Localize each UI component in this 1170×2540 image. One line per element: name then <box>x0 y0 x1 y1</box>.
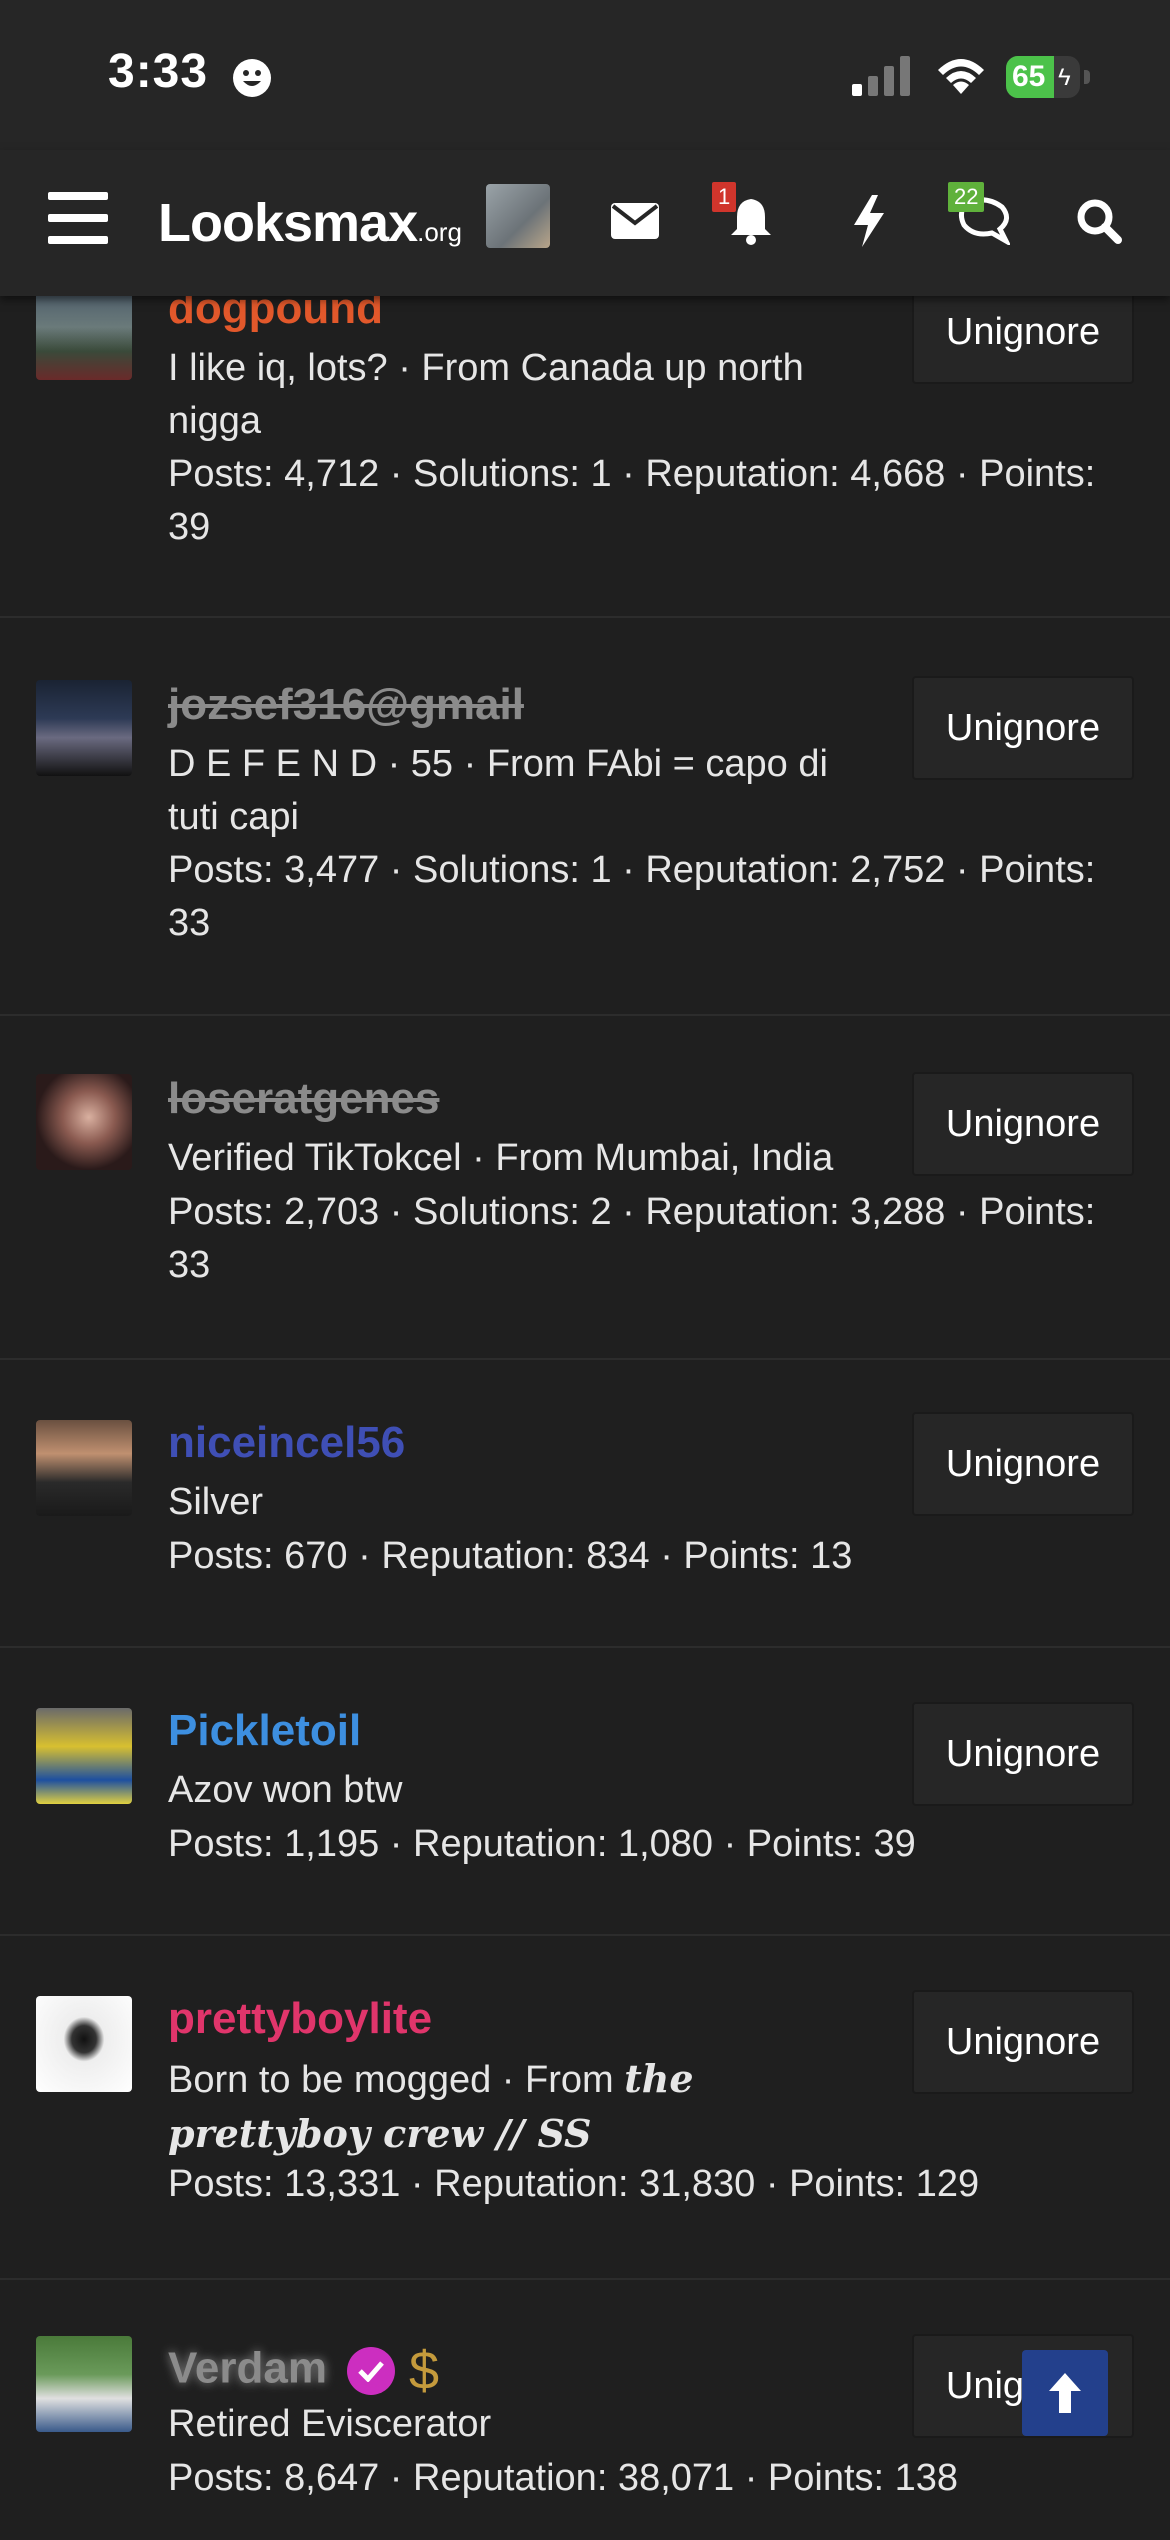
list-item: dogpound I like iq, lots? · From Canada … <box>0 240 1170 618</box>
unignore-button[interactable]: Unignore <box>912 1072 1134 1176</box>
cellular-signal-icon <box>852 56 910 96</box>
list-item: Pickletoil Azov won btw Posts: 1,195 · R… <box>0 1648 1170 1936</box>
description-line: Silver <box>168 1481 264 1523</box>
username-link[interactable]: prettyboylite <box>168 1994 432 2044</box>
location-fancy-text: the <box>624 2056 694 2101</box>
username-link[interactable]: jozsef316@gmail <box>168 680 524 730</box>
battery-indicator: 65 ϟ <box>1006 56 1092 98</box>
location-fancy-text: prettyboy crew <box>168 2111 484 2156</box>
user-description: Born to be mogged · From the prettyboy c… <box>168 2052 858 2162</box>
description-line: Verified TikTokcel · From Mumbai, India <box>168 1137 834 1179</box>
avatar[interactable] <box>36 2336 132 2432</box>
logo-main: Looksmax <box>158 193 418 253</box>
hamburger-icon[interactable] <box>48 192 108 244</box>
user-stats: Posts: 8,647 · Reputation: 38,071 · Poin… <box>168 2452 1138 2505</box>
user-stats: Posts: 2,703 · Solutions: 2 · Reputation… <box>168 1186 1138 1292</box>
stats-line: Posts: 8,647 · Reputation: 38,071 · Poin… <box>168 2457 959 2499</box>
stats-line: 39 <box>168 506 211 548</box>
status-bar: 3:33 65 ϟ <box>0 0 1170 150</box>
site-logo[interactable]: Looksmax.org <box>158 192 462 254</box>
site-header: Looksmax.org 1 22 <box>0 150 1170 296</box>
user-description: Azov won btw <box>168 1764 858 1817</box>
stats-line: Posts: 3,477 · Solutions: 1 · Reputation… <box>168 849 1096 891</box>
description-text: // SS <box>483 2111 592 2156</box>
avatar[interactable] <box>36 1074 132 1170</box>
description-text: Born to be mogged · From <box>168 2059 625 2101</box>
charging-icon: ϟ <box>1058 64 1071 91</box>
username-row: Verdam $ <box>168 2340 439 2402</box>
wifi-icon <box>938 59 984 94</box>
envelope-icon[interactable] <box>608 194 662 248</box>
verified-badge-icon <box>346 2347 395 2395</box>
description-line: I like iq, lots? · From Canada up north <box>168 347 804 389</box>
user-description: Verified TikTokcel · From Mumbai, India <box>168 1132 868 1185</box>
list-item: jozsef316@gmail D E F E N D · 55 · From … <box>0 618 1170 1016</box>
user-description: Silver <box>168 1476 858 1529</box>
stats-line: Posts: 4,712 · Solutions: 1 · Reputation… <box>168 453 1096 495</box>
battery-label: 65 <box>1012 60 1046 93</box>
username-link[interactable]: loseratgenes <box>168 1074 439 1124</box>
unignore-button[interactable]: Unignore <box>912 1702 1134 1806</box>
description-line: Born to be mogged · From the <box>168 2052 858 2107</box>
search-icon[interactable] <box>1072 194 1126 248</box>
user-stats: Posts: 670 · Reputation: 834 · Points: 1… <box>168 1530 1138 1583</box>
user-stats: Posts: 4,712 · Solutions: 1 · Reputation… <box>168 448 1138 554</box>
stats-line: 33 <box>168 1244 211 1286</box>
stats-line: Posts: 670 · Reputation: 834 · Points: 1… <box>168 1535 853 1577</box>
arrow-up-icon <box>1049 2373 1081 2413</box>
list-item: loseratgenes Verified TikTokcel · From M… <box>0 1016 1170 1360</box>
scroll-to-top-button[interactable] <box>1022 2350 1108 2436</box>
alerts-badge: 1 <box>712 182 737 212</box>
description-line: Azov won btw <box>168 1769 403 1811</box>
user-description: D E F E N D · 55 · From FAbi = capo di t… <box>168 738 858 844</box>
user-stats: Posts: 3,477 · Solutions: 1 · Reputation… <box>168 844 1138 950</box>
description-line: nigga <box>168 400 261 442</box>
dollar-badge-icon: $ <box>408 2341 440 2401</box>
unignore-button[interactable]: Unignore <box>912 676 1134 780</box>
username-link[interactable]: Verdam <box>168 2344 327 2393</box>
user-description: Retired Eviscerator <box>168 2398 858 2451</box>
username-link[interactable]: niceincel56 <box>168 1418 405 1468</box>
description-line: prettyboy crew // SS <box>168 2107 858 2162</box>
description-line: Retired Eviscerator <box>168 2403 492 2445</box>
stats-line: Posts: 2,703 · Solutions: 2 · Reputation… <box>168 1191 1096 1233</box>
avatar[interactable] <box>36 1996 132 2092</box>
avatar[interactable] <box>36 1708 132 1804</box>
conversations-badge: 22 <box>948 182 985 212</box>
smiley-icon <box>233 59 271 97</box>
list-item: prettyboylite Born to be mogged · From t… <box>0 1936 1170 2280</box>
account-avatar[interactable] <box>486 184 550 248</box>
lightning-icon[interactable] <box>842 194 896 248</box>
avatar[interactable] <box>36 284 132 380</box>
list-item: Verdam $ Retired Eviscerator Posts: 8,647… <box>0 2280 1170 2540</box>
avatar[interactable] <box>36 680 132 776</box>
user-stats: Posts: 13,331 · Reputation: 31,830 · Poi… <box>168 2158 1138 2211</box>
avatar[interactable] <box>36 1420 132 1516</box>
stats-line: 33 <box>168 902 211 944</box>
logo-suffix: .org <box>417 217 462 247</box>
list-item: niceincel56 Silver Posts: 670 · Reputati… <box>0 1360 1170 1648</box>
stats-line: Posts: 1,195 · Reputation: 1,080 · Point… <box>168 1823 916 1865</box>
username-link[interactable]: Pickletoil <box>168 1706 361 1756</box>
unignore-button[interactable]: Unignore <box>912 1990 1134 2094</box>
stats-line: Posts: 13,331 · Reputation: 31,830 · Poi… <box>168 2163 980 2205</box>
description-line: D E F E N D · 55 · From FAbi = capo di <box>168 743 828 785</box>
unignore-button[interactable]: Unignore <box>912 1412 1134 1516</box>
status-time: 3:33 <box>108 45 209 98</box>
user-description: I like iq, lots? · From Canada up north … <box>168 342 858 448</box>
user-stats: Posts: 1,195 · Reputation: 1,080 · Point… <box>168 1818 1138 1871</box>
description-line: tuti capi <box>168 796 299 838</box>
